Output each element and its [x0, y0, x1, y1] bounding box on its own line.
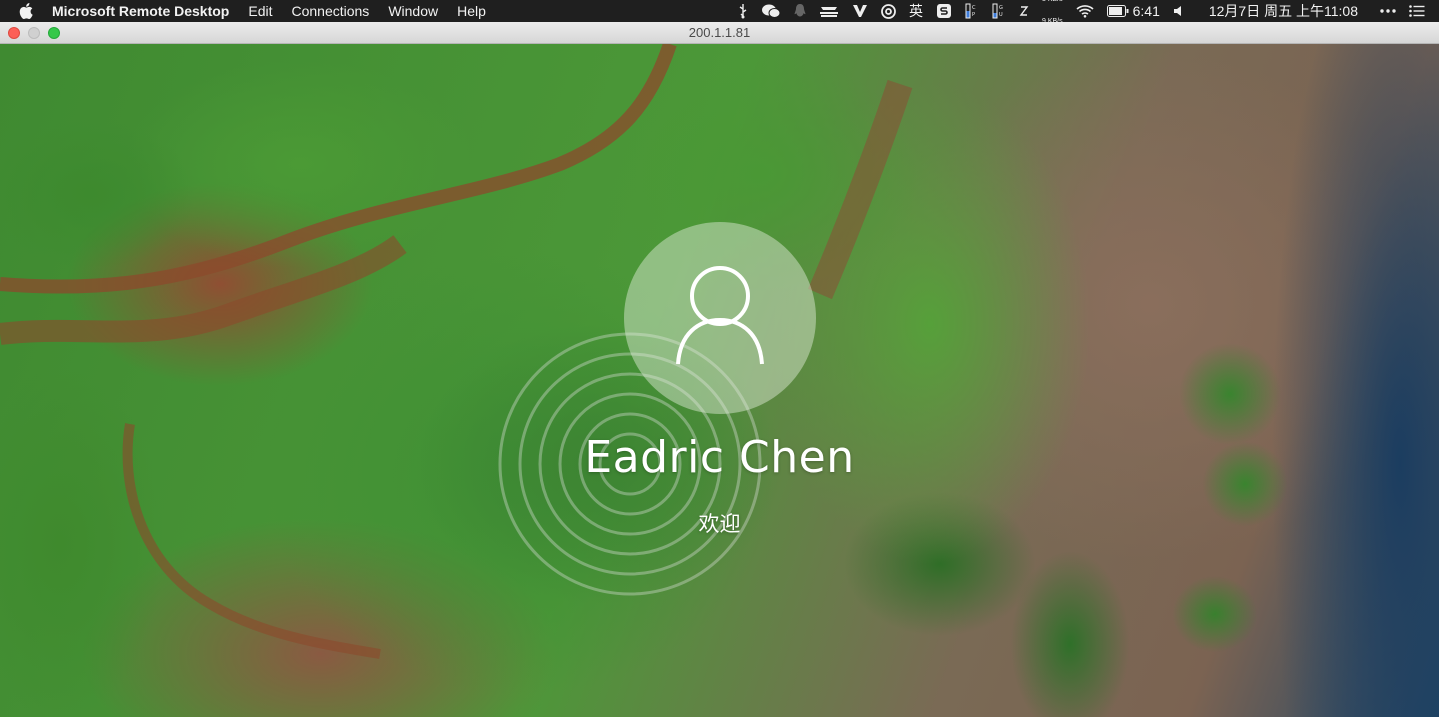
close-window-button[interactable]: [8, 27, 20, 39]
window-controls: [8, 27, 68, 39]
menu-connections[interactable]: Connections: [291, 0, 369, 22]
battery-icon[interactable]: [1106, 5, 1129, 17]
user-avatar[interactable]: [624, 222, 816, 414]
wechat-icon[interactable]: [761, 3, 781, 19]
fullscreen-window-button[interactable]: [48, 27, 60, 39]
more-dots-icon[interactable]: [1380, 9, 1396, 13]
svg-text:C: C: [972, 5, 976, 11]
qq-icon[interactable]: [794, 3, 806, 19]
welcome-status: 欢迎: [698, 513, 741, 536]
upload-speed: 3 KB/s: [1042, 0, 1063, 11]
battery-time[interactable]: 6:41: [1133, 0, 1160, 22]
usb-icon[interactable]: [738, 3, 748, 19]
sync-s-icon[interactable]: [936, 3, 952, 19]
menu-help[interactable]: Help: [457, 0, 486, 22]
app-name-menu[interactable]: Microsoft Remote Desktop: [52, 0, 229, 22]
volume-icon[interactable]: [1173, 4, 1185, 18]
menu-window[interactable]: Window: [388, 0, 438, 22]
remote-desktop-screen[interactable]: Eadric Chen 欢迎: [0, 44, 1439, 717]
svg-text:P: P: [972, 12, 975, 18]
svg-text:G: G: [999, 5, 1003, 11]
cpu-meter-icon[interactable]: CP: [965, 2, 979, 20]
stack-icon[interactable]: [819, 4, 839, 18]
gpu-meter-icon[interactable]: GU: [992, 2, 1006, 20]
notification-center-icon[interactable]: [1409, 5, 1425, 17]
menu-edit[interactable]: Edit: [248, 0, 272, 22]
window-title: 200.1.1.81: [688, 25, 751, 40]
apple-menu-icon[interactable]: [19, 3, 33, 19]
circle-o-icon[interactable]: [881, 3, 896, 19]
zzz-sleep-icon[interactable]: [1019, 4, 1029, 18]
wifi-icon[interactable]: [1076, 4, 1094, 18]
user-name: Eadric Chen: [584, 432, 855, 483]
vpn-v-icon[interactable]: [852, 4, 868, 18]
svg-text:U: U: [999, 12, 1003, 18]
input-method-indicator[interactable]: 英: [909, 0, 923, 22]
clock[interactable]: 12月7日 周五 上午11:08: [1209, 0, 1358, 22]
menu-bar: Microsoft Remote Desktop Edit Connection…: [0, 0, 1439, 25]
user-silhouette-icon: [676, 266, 764, 365]
window-title-bar[interactable]: 200.1.1.81: [0, 22, 1439, 44]
minimize-window-button[interactable]: [28, 27, 40, 39]
